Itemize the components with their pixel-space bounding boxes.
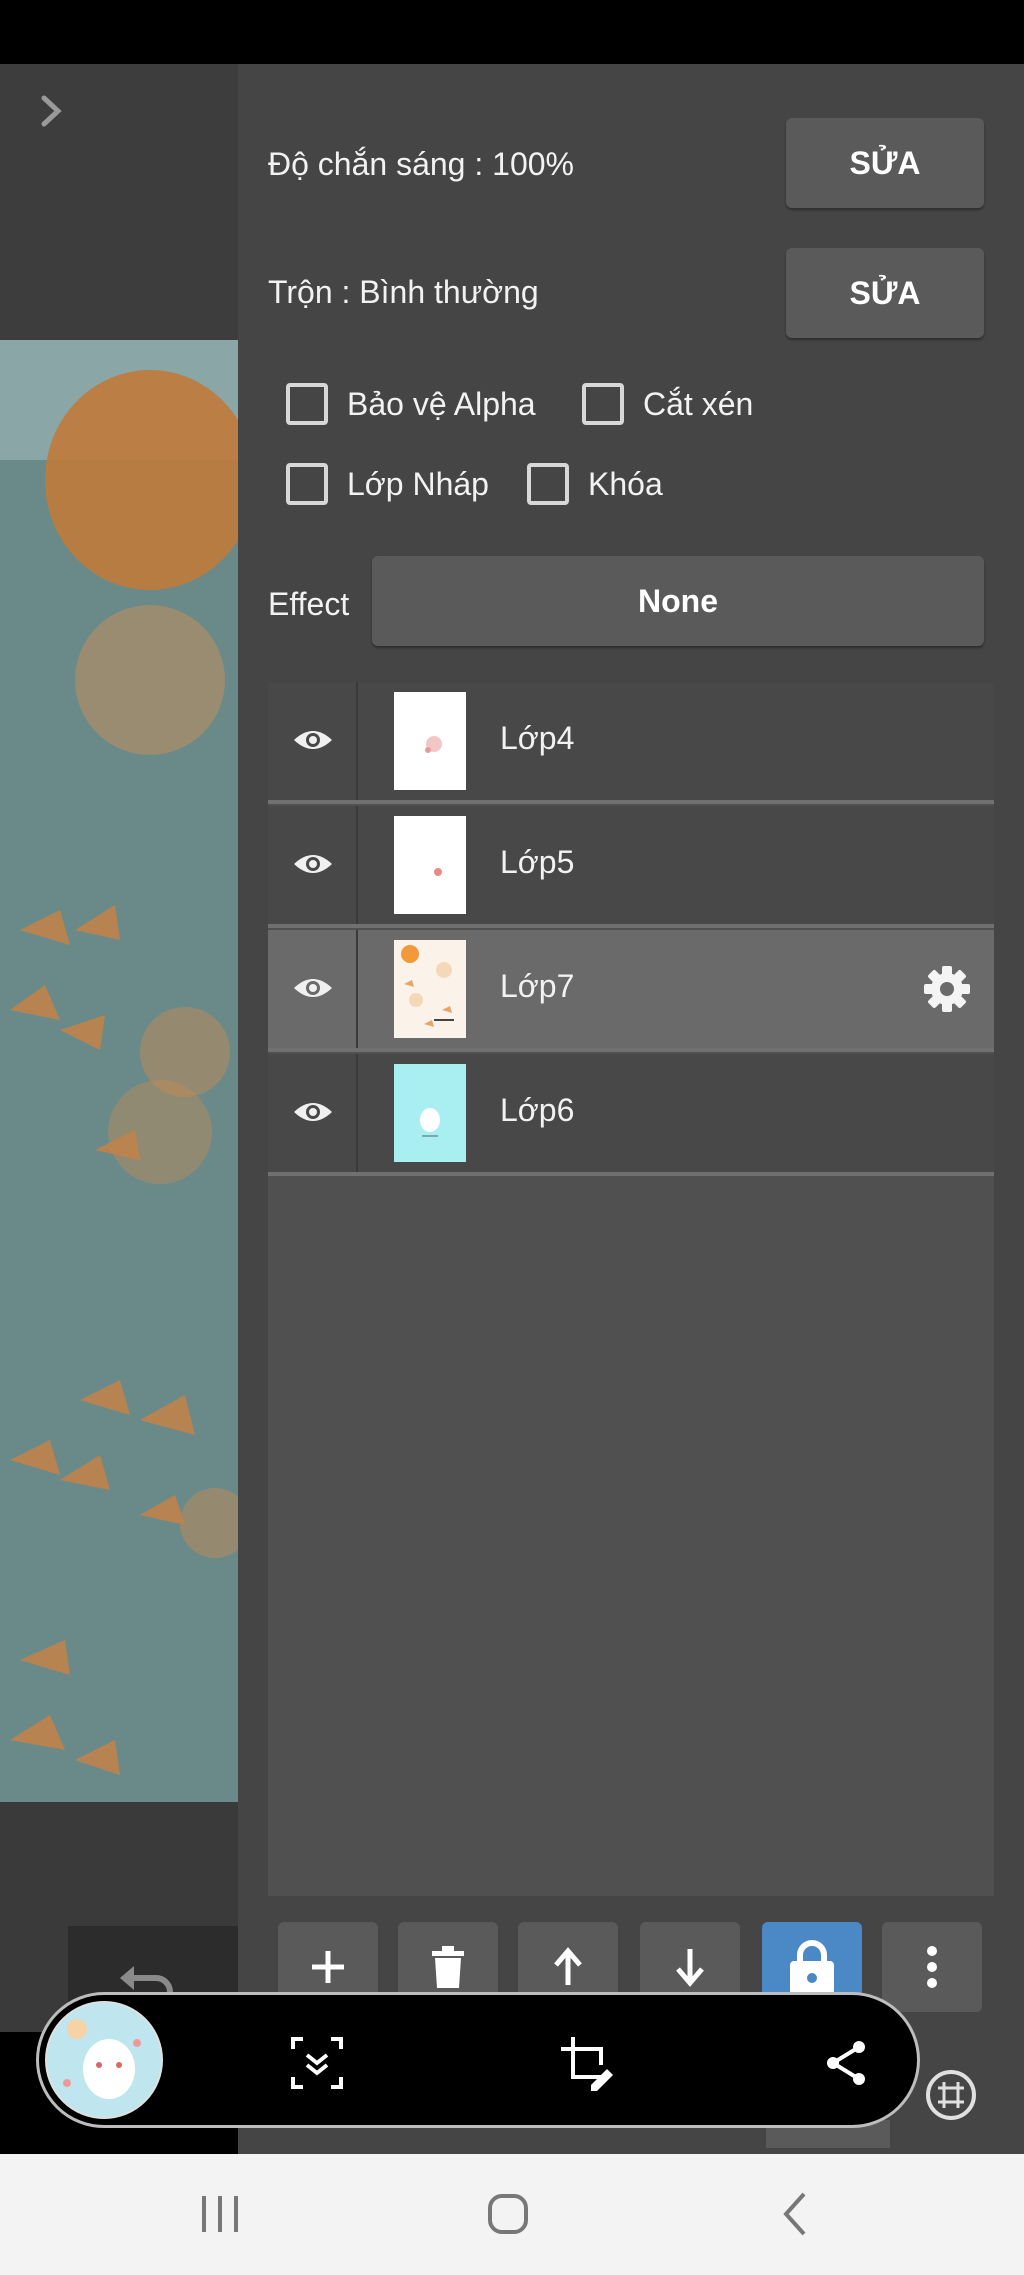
layer-thumbnail [394, 1064, 466, 1162]
layer-row[interactable]: Lớp6 [268, 1054, 994, 1172]
add-icon [312, 1951, 344, 1983]
arrow-up-icon [554, 1947, 582, 1985]
lock-checkbox[interactable] [527, 463, 569, 505]
layer-name: Lớp5 [500, 844, 575, 880]
share-icon[interactable] [819, 2035, 875, 2091]
recents-icon[interactable] [190, 2184, 250, 2244]
visibility-toggle[interactable] [268, 682, 358, 800]
divider [268, 924, 994, 928]
layer-thumbnail [394, 692, 466, 790]
navigation-bar [0, 2154, 1024, 2275]
trash-icon [432, 1946, 464, 1988]
alpha-protect-label: Bảo vệ Alpha [347, 386, 536, 422]
visibility-toggle[interactable] [268, 806, 358, 924]
divider [268, 1172, 994, 1176]
more-options-button[interactable] [882, 1922, 982, 2012]
layer-row[interactable]: Lớp4 [268, 682, 994, 800]
eye-icon [294, 1103, 332, 1121]
canvas-artwork [0, 340, 238, 1802]
screenshot-thumbnail[interactable] [45, 2001, 163, 2119]
blend-mode-label: Trộn : Bình thường [268, 274, 539, 310]
layer-row-selected[interactable]: Lớp7 [268, 930, 994, 1048]
eye-icon [294, 731, 332, 749]
grid-icon[interactable] [924, 2068, 978, 2122]
eye-icon [294, 979, 332, 997]
eye-icon [294, 855, 332, 873]
divider [268, 800, 994, 804]
more-vertical-icon [927, 1946, 937, 1988]
layer-list[interactable]: Lớp4 Lớp5 Lớp7 Lớp6 [268, 682, 994, 1896]
layer-name: Lớp4 [500, 720, 575, 756]
layer-row[interactable]: Lớp5 [268, 806, 994, 924]
drawing-canvas[interactable] [0, 340, 238, 1802]
layer-thumbnail [394, 940, 466, 1038]
layer-name: Lớp6 [500, 1092, 575, 1128]
effect-label: Effect [268, 586, 350, 622]
home-icon[interactable] [478, 2184, 538, 2244]
screenshot-toolbar [36, 1992, 920, 2128]
clipping-checkbox[interactable] [582, 383, 624, 425]
scroll-capture-icon[interactable] [289, 2035, 345, 2091]
gear-icon[interactable] [922, 964, 972, 1014]
visibility-toggle[interactable] [268, 930, 358, 1048]
draft-layer-label: Lớp Nháp [347, 466, 489, 502]
layer-name: Lớp7 [500, 968, 575, 1004]
opacity-label: Độ chắn sáng : 100% [268, 146, 574, 182]
alpha-protect-checkbox[interactable] [286, 383, 328, 425]
status-bar [0, 0, 1024, 64]
back-icon[interactable] [766, 2184, 826, 2244]
clipping-label: Cắt xén [643, 386, 754, 422]
draft-layer-checkbox[interactable] [286, 463, 328, 505]
blend-mode-edit-button[interactable]: SỬA [786, 248, 984, 338]
lock-label: Khóa [588, 466, 663, 502]
arrow-down-icon [676, 1949, 704, 1987]
crop-edit-icon[interactable] [559, 2035, 615, 2091]
chevron-right-icon[interactable] [34, 94, 68, 128]
effect-select-button[interactable]: None [372, 556, 984, 646]
visibility-toggle[interactable] [268, 1054, 358, 1172]
lock-icon [790, 1940, 834, 1995]
layer-thumbnail [394, 816, 466, 914]
divider [268, 1048, 994, 1052]
opacity-edit-button[interactable]: SỬA [786, 118, 984, 208]
